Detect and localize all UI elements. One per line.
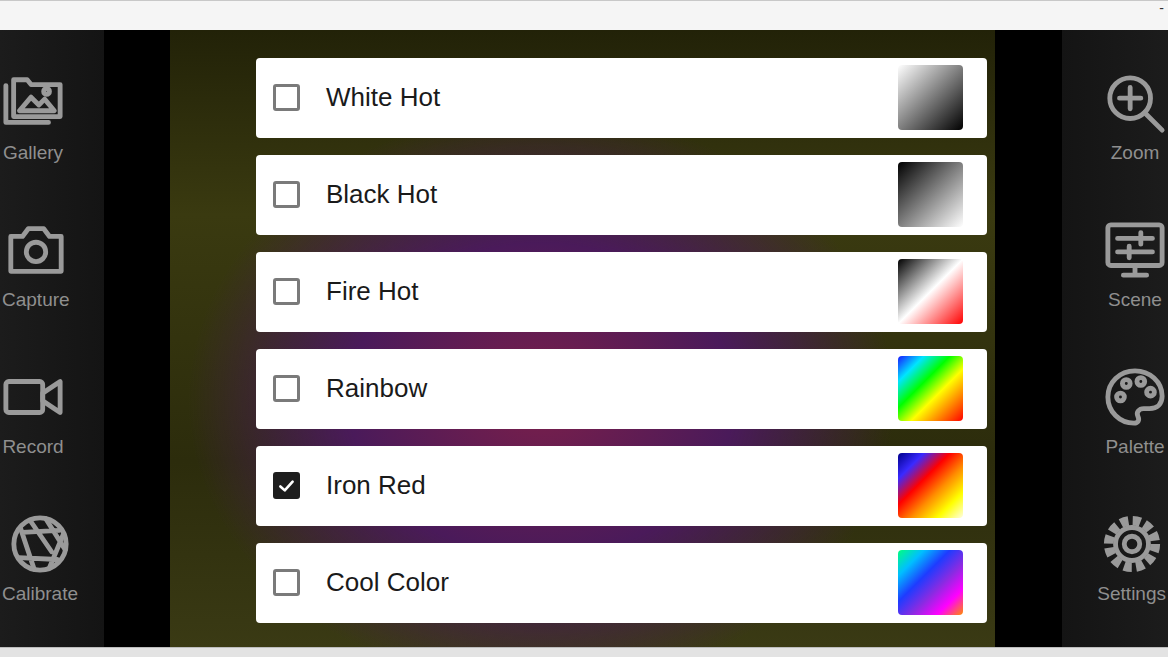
palette-option[interactable]: Black Hot bbox=[256, 155, 987, 235]
toolbar-label: Gallery bbox=[3, 142, 63, 164]
palette-option[interactable]: Fire Hot bbox=[256, 252, 987, 332]
scene-icon bbox=[1104, 219, 1166, 281]
thermal-camera-app: - Gallery Capture Record Calibrate White Hot B… bbox=[0, 0, 1168, 657]
checkbox[interactable] bbox=[273, 84, 300, 111]
camera-icon bbox=[5, 219, 67, 281]
checkbox[interactable] bbox=[273, 375, 300, 402]
palette-menu: White Hot Black Hot Fire Hot Rainbow Iron Re… bbox=[256, 58, 987, 623]
palette-swatch bbox=[898, 65, 963, 130]
gear-icon bbox=[1101, 513, 1163, 575]
minimize-button[interactable]: - bbox=[1159, 1, 1164, 15]
toolbar-button[interactable]: Capture bbox=[2, 219, 70, 311]
aperture-icon bbox=[9, 513, 71, 575]
palette-option[interactable]: Iron Red bbox=[256, 446, 987, 526]
toolbar-label: Zoom bbox=[1111, 142, 1160, 164]
check-icon bbox=[276, 474, 297, 498]
palette-label: Rainbow bbox=[326, 373, 898, 404]
checkbox[interactable] bbox=[273, 472, 300, 499]
toolbar-label: Palette bbox=[1105, 436, 1164, 458]
title-bar: - bbox=[0, 0, 1168, 30]
toolbar-button[interactable]: Zoom bbox=[1104, 72, 1166, 164]
checkbox[interactable] bbox=[273, 278, 300, 305]
toolbar-label: Settings bbox=[1097, 583, 1166, 605]
toolbar-button[interactable]: Palette bbox=[1104, 366, 1166, 458]
toolbar-button[interactable]: Gallery bbox=[2, 72, 64, 164]
toolbar-button[interactable]: Calibrate bbox=[2, 513, 78, 605]
zoom-icon bbox=[1104, 72, 1166, 134]
toolbar-button[interactable]: Scene bbox=[1104, 219, 1166, 311]
toolbar-button[interactable]: Record bbox=[2, 366, 64, 458]
toolbar-label: Scene bbox=[1108, 289, 1162, 311]
palette-option[interactable]: Cool Color bbox=[256, 543, 987, 623]
palette-swatch bbox=[898, 259, 963, 324]
palette-icon bbox=[1104, 366, 1166, 428]
toolbar-label: Record bbox=[2, 436, 63, 458]
right-toolbar: Zoom Scene Palette Settings bbox=[1062, 30, 1168, 647]
video-camera-icon bbox=[2, 366, 64, 428]
palette-label: White Hot bbox=[326, 82, 898, 113]
palette-option[interactable]: Rainbow bbox=[256, 349, 987, 429]
palette-swatch bbox=[898, 356, 963, 421]
palette-label: Cool Color bbox=[326, 567, 898, 598]
toolbar-label: Capture bbox=[2, 289, 70, 311]
palette-swatch bbox=[898, 453, 963, 518]
left-toolbar: Gallery Capture Record Calibrate bbox=[0, 30, 104, 647]
palette-option[interactable]: White Hot bbox=[256, 58, 987, 138]
palette-label: Black Hot bbox=[326, 179, 898, 210]
palette-swatch bbox=[898, 550, 963, 615]
main-area: Gallery Capture Record Calibrate White Hot Bl… bbox=[0, 30, 1168, 647]
toolbar-label: Calibrate bbox=[2, 583, 78, 605]
toolbar-button[interactable]: Settings bbox=[1097, 513, 1166, 605]
checkbox[interactable] bbox=[273, 181, 300, 208]
gallery-icon bbox=[2, 72, 64, 134]
viewfinder-area: White Hot Black Hot Fire Hot Rainbow Iron Re… bbox=[104, 30, 1062, 647]
palette-label: Fire Hot bbox=[326, 276, 898, 307]
palette-swatch bbox=[898, 162, 963, 227]
palette-label: Iron Red bbox=[326, 470, 898, 501]
bottom-bar bbox=[0, 647, 1168, 657]
checkbox[interactable] bbox=[273, 569, 300, 596]
